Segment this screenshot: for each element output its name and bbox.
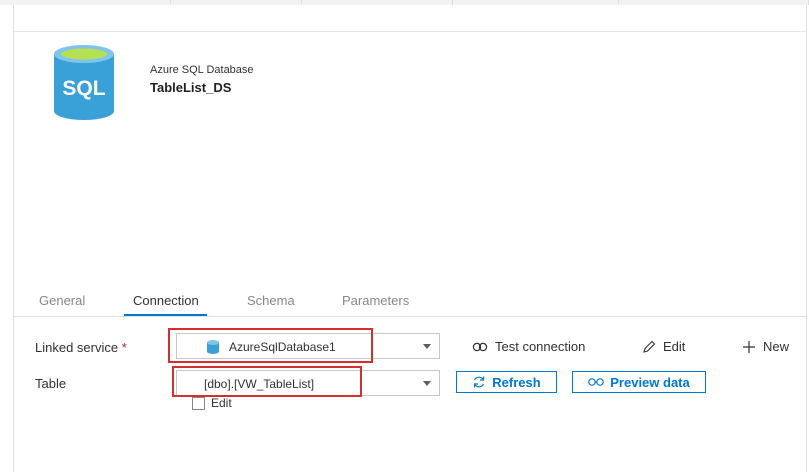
- sql-icon-text: SQL: [62, 77, 105, 100]
- link-icon: [472, 342, 488, 351]
- panel-left-border: [13, 5, 14, 472]
- edit-linked-service-button[interactable]: Edit: [642, 339, 685, 354]
- new-label: New: [763, 339, 790, 354]
- panel-right-border: [806, 5, 807, 472]
- new-linked-service-button[interactable]: New: [742, 339, 789, 354]
- tab-schema[interactable]: Schema: [247, 293, 295, 308]
- refresh-icon: [474, 376, 485, 388]
- tab-parameters[interactable]: Parameters: [342, 293, 409, 308]
- pencil-icon: [643, 340, 656, 353]
- top-strip-segment: [302, 0, 453, 5]
- top-strip-segment: [453, 0, 619, 5]
- test-connection-label: Test connection: [495, 339, 586, 354]
- plus-icon: [743, 340, 755, 353]
- edit-label: Edit: [663, 339, 686, 354]
- highlight-box-linked-service: [168, 328, 373, 363]
- edit-table-checkbox-label: Edit: [211, 396, 232, 410]
- required-marker: *: [121, 340, 127, 355]
- edit-table-checkbox-row: Edit: [192, 396, 232, 410]
- chevron-down-icon[interactable]: [423, 381, 431, 386]
- highlight-box-table: [172, 366, 362, 397]
- top-strip-segment: [760, 0, 809, 5]
- tabs-divider: [14, 316, 806, 317]
- edit-table-checkbox[interactable]: [192, 396, 205, 410]
- preview-data-button[interactable]: Preview data: [572, 371, 706, 393]
- sql-database-icon: SQL: [54, 45, 114, 120]
- tab-general[interactable]: General: [39, 293, 85, 308]
- chevron-down-icon[interactable]: [423, 344, 431, 349]
- linked-service-label: Linked service *: [35, 340, 127, 355]
- table-label: Table: [35, 376, 67, 391]
- header-divider: [14, 31, 806, 32]
- top-strip-segment: [0, 0, 171, 5]
- refresh-label: Refresh: [492, 374, 541, 390]
- preview-data-label: Preview data: [610, 374, 690, 390]
- top-tab-strip: [0, 0, 809, 5]
- tab-connection[interactable]: Connection: [133, 293, 199, 308]
- top-strip-segment: [171, 0, 302, 5]
- test-connection-button[interactable]: Test connection: [472, 339, 585, 354]
- linked-service-label-text: Linked service: [35, 340, 119, 355]
- dataset-name: TableList_DS: [150, 80, 232, 95]
- dataset-type-label: Azure SQL Database: [150, 64, 254, 76]
- glasses-icon: [588, 378, 605, 386]
- dataset-tabs: General Connection Schema Parameters: [14, 285, 806, 317]
- refresh-button[interactable]: Refresh: [456, 371, 557, 393]
